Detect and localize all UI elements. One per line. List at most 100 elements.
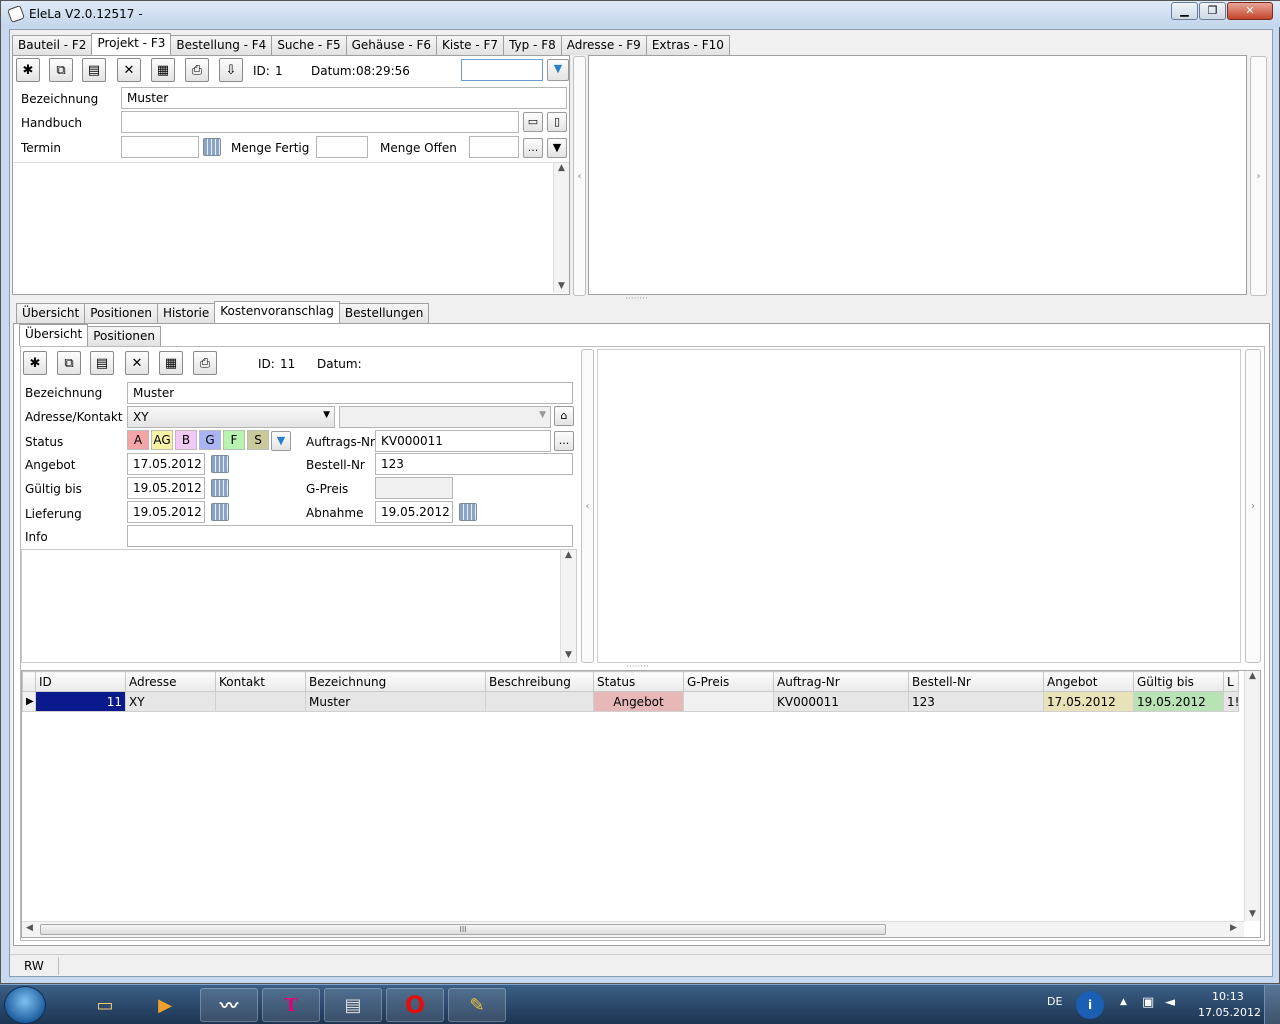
- column-header[interactable]: G-Preis: [683, 671, 774, 692]
- network-icon[interactable]: ▣: [1142, 995, 1154, 1010]
- adresse-select[interactable]: XY ▼: [127, 406, 335, 428]
- clipboard-icon[interactable]: ▦: [159, 351, 183, 375]
- new-icon[interactable]: ✱: [16, 58, 40, 82]
- delete-icon[interactable]: ✕: [125, 351, 149, 375]
- info-input[interactable]: [127, 525, 573, 547]
- clipboard-icon[interactable]: ▦: [151, 58, 175, 82]
- ellipsis-button[interactable]: ...: [554, 431, 574, 451]
- subtab-kostenvoranschlag[interactable]: Kostenvoranschlag: [214, 301, 340, 323]
- right-splitter[interactable]: ›: [1250, 56, 1267, 296]
- opera-icon[interactable]: O: [386, 988, 444, 1022]
- column-header[interactable]: Auftrag-Nr: [773, 671, 909, 692]
- column-header[interactable]: Gültig bis: [1133, 671, 1224, 692]
- scroll-left-icon[interactable]: ◀: [26, 923, 33, 933]
- save-icon[interactable]: ▤: [90, 351, 114, 375]
- column-header[interactable]: Adresse: [125, 671, 216, 692]
- search-input[interactable]: [461, 59, 543, 81]
- status-badge-5[interactable]: S: [247, 430, 269, 450]
- menge-offen-input[interactable]: [469, 136, 519, 158]
- tab-suche[interactable]: Suche - F5: [271, 35, 347, 55]
- gueltig-input[interactable]: 19.05.2012: [127, 477, 205, 499]
- kontakt-select[interactable]: ▼: [339, 406, 551, 428]
- calendar-icon[interactable]: [211, 503, 229, 521]
- cell-id[interactable]: 11: [35, 691, 126, 712]
- status-badge-2[interactable]: B: [175, 430, 197, 450]
- chip-icon[interactable]: ▤: [324, 988, 382, 1022]
- column-header[interactable]: Kontakt: [215, 671, 306, 692]
- dropdown-button[interactable]: ▼: [547, 138, 567, 158]
- chart-app-icon[interactable]: 〰: [200, 988, 258, 1022]
- column-header[interactable]: Bestell-Nr: [908, 671, 1044, 692]
- filter-icon[interactable]: ▼: [271, 431, 291, 451]
- calendar-icon[interactable]: [459, 503, 477, 521]
- status-badge-3[interactable]: G: [199, 430, 221, 450]
- media-player-icon[interactable]: ▶: [136, 988, 194, 1022]
- column-header[interactable]: Angebot: [1043, 671, 1134, 692]
- abnahme-input[interactable]: 19.05.2012: [375, 501, 453, 523]
- kv-right-splitter[interactable]: ›: [1245, 349, 1261, 663]
- new-icon[interactable]: ✱: [23, 351, 47, 375]
- show-desktop-button[interactable]: [1264, 985, 1280, 1024]
- explorer-icon[interactable]: ▭: [76, 988, 134, 1022]
- tab-bestellung[interactable]: Bestellung - F4: [170, 35, 273, 55]
- cell-status[interactable]: Angebot: [593, 691, 684, 712]
- cell-bestell[interactable]: 123: [908, 691, 1044, 712]
- tab-adresse[interactable]: Adresse - F9: [560, 35, 647, 55]
- tab-extras[interactable]: Extras - F10: [645, 35, 730, 55]
- kv-notes-area[interactable]: ▲ ▼: [21, 549, 577, 663]
- handbuch-input[interactable]: [121, 111, 519, 133]
- notes-scrollbar[interactable]: ▲ ▼: [553, 163, 569, 293]
- angebot-input[interactable]: 17.05.2012: [127, 453, 205, 475]
- cell-gpreis[interactable]: [683, 691, 774, 712]
- scroll-thumb[interactable]: III: [40, 924, 886, 935]
- scroll-right-icon[interactable]: ▶: [1230, 923, 1237, 933]
- paint-icon[interactable]: ✎: [448, 988, 506, 1022]
- status-badge-0[interactable]: A: [127, 430, 149, 450]
- tray-expand-icon[interactable]: ▲: [1120, 997, 1127, 1007]
- subtab-historie[interactable]: Historie: [156, 303, 216, 323]
- bezeichnung-input[interactable]: Muster: [121, 87, 567, 109]
- cell-angebot[interactable]: 17.05.2012: [1043, 691, 1134, 712]
- cell-gueltig[interactable]: 19.05.2012: [1133, 691, 1224, 712]
- document-icon[interactable]: ▯: [547, 112, 567, 132]
- clock-date[interactable]: 17.05.2012: [1198, 1006, 1261, 1019]
- tab-projekt[interactable]: Projekt - F3: [91, 33, 172, 55]
- column-header[interactable]: L: [1223, 671, 1239, 692]
- status-badge-4[interactable]: F: [223, 430, 245, 450]
- kv-notes-scrollbar[interactable]: ▲ ▼: [560, 550, 576, 662]
- home-icon[interactable]: ⌂: [554, 406, 574, 426]
- copy-icon[interactable]: ⧉: [57, 351, 81, 375]
- cell-kontakt[interactable]: [215, 691, 306, 712]
- tab-gehaeuse[interactable]: Gehäuse - F6: [345, 35, 438, 55]
- filter-icon[interactable]: ▼: [547, 59, 569, 81]
- clock-time[interactable]: 10:13: [1212, 990, 1244, 1003]
- print-icon[interactable]: ⎙: [193, 351, 217, 375]
- copy-icon[interactable]: ⧉: [49, 58, 73, 82]
- subtab-uebersicht[interactable]: Übersicht: [16, 303, 86, 323]
- subtab-positionen[interactable]: Positionen: [84, 303, 158, 323]
- tab-kiste[interactable]: Kiste - F7: [436, 35, 505, 55]
- info-icon[interactable]: i: [1076, 991, 1104, 1019]
- ellipsis-button[interactable]: ...: [523, 138, 543, 158]
- tab-typ[interactable]: Typ - F8: [503, 35, 562, 55]
- cell-adresse[interactable]: XY: [125, 691, 216, 712]
- kv-bezeichnung-input[interactable]: Muster: [127, 382, 573, 404]
- inner-tab-uebersicht[interactable]: Übersicht: [19, 324, 89, 346]
- table-row[interactable]: ▶ 11 XY Muster Angebot KV000011 123 17.0…: [22, 691, 1239, 712]
- termin-input[interactable]: [121, 136, 199, 158]
- subtab-bestellungen[interactable]: Bestellungen: [338, 303, 430, 323]
- grid-vertical-scrollbar[interactable]: ▲ ▼: [1244, 671, 1260, 921]
- volume-icon[interactable]: ◄: [1165, 995, 1175, 1010]
- lieferung-input[interactable]: 19.05.2012: [127, 501, 205, 523]
- auftrags-input[interactable]: KV000011: [375, 430, 551, 452]
- column-header[interactable]: Beschreibung: [485, 671, 594, 692]
- status-badge-1[interactable]: AG: [151, 430, 173, 450]
- cell-extra[interactable]: 1!: [1223, 691, 1239, 712]
- delete-icon[interactable]: ✕: [117, 58, 141, 82]
- print-icon[interactable]: ⎙: [185, 58, 209, 82]
- cell-bezeichnung[interactable]: Muster: [305, 691, 486, 712]
- calendar-icon[interactable]: [211, 455, 229, 473]
- close-button[interactable]: ✕: [1227, 2, 1273, 20]
- calendar-icon[interactable]: [211, 479, 229, 497]
- language-indicator[interactable]: DE: [1047, 995, 1062, 1008]
